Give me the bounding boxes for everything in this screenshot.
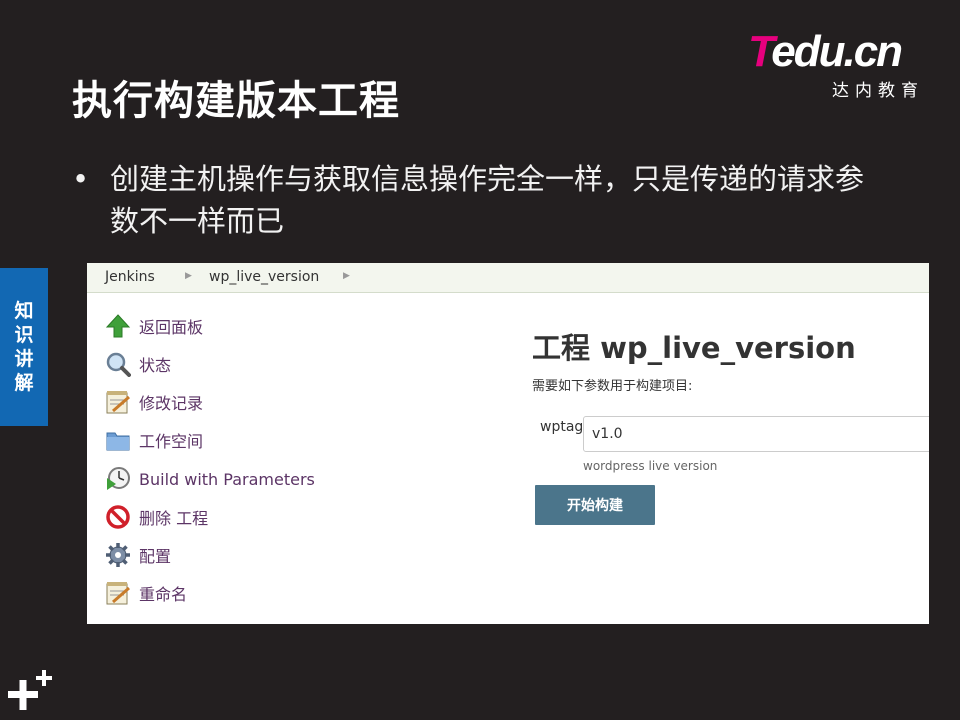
parameter-description: wordpress live version [583,459,718,473]
slide-title: 执行构建版本工程 [72,78,400,124]
side-tab-char: 解 [14,372,34,394]
parameters-intro: 需要如下参数用于构建项目: [532,379,693,394]
side-tab-char: 知 [14,300,34,322]
task-build-with-parameters[interactable]: Build with Parameters [105,465,315,493]
jenkins-screenshot: Jenkins ▶ wp_live_version ▶ 返回面板 状态 修改记录 [87,263,929,624]
clock-play-icon [107,467,130,490]
magnifier-icon [106,352,131,377]
task-delete-project[interactable]: 删除 工程 [105,503,208,531]
task-configure[interactable]: 配置 [105,541,171,569]
task-label: Build with Parameters [139,469,315,489]
wptag-input[interactable] [583,416,929,452]
task-label: 工作空间 [139,432,204,451]
logo-subtitle: 达内教育 [832,81,924,101]
breadcrumb-project[interactable]: wp_live_version [209,269,319,285]
up-arrow-icon [105,314,131,338]
page-title: 工程 wp_live_version [532,331,856,365]
gear-icon [106,543,130,567]
breadcrumb: Jenkins ▶ wp_live_version ▶ [87,263,929,293]
chevron-right-icon: ▶ [343,271,350,281]
no-entry-icon [106,505,130,529]
side-tab-char: 识 [14,324,34,346]
task-label: 返回面板 [139,318,204,337]
task-changes[interactable]: 修改记录 [105,388,203,416]
chevron-right-icon: ▶ [185,271,192,281]
bullet-text: 创建主机操作与获取信息操作完全一样，只是传递的请求参数不一样而已 [110,162,865,238]
task-label: 状态 [139,356,172,375]
tedu-logo: Tedu.cn 达内教育 [748,27,928,102]
folder-icon [106,432,130,451]
task-label: 配置 [139,547,172,566]
task-label: 重命名 [139,585,188,604]
plus-logo-icon [8,670,52,710]
breadcrumb-jenkins[interactable]: Jenkins [105,269,155,285]
notepad-icon [106,582,130,605]
task-rename[interactable]: 重命名 [105,579,187,607]
task-label: 修改记录 [139,394,204,413]
task-back-to-dashboard[interactable]: 返回面板 [105,312,203,340]
task-workspace[interactable]: 工作空间 [105,426,203,454]
side-tab-char: 讲 [14,348,34,370]
side-tab-knowledge: 知 识 讲 解 [0,268,48,426]
bullet-marker: • [72,162,90,196]
logo-wordmark: Tedu.cn [748,27,903,76]
parameter-name: wptag [540,419,584,435]
notepad-icon [106,391,130,414]
task-status[interactable]: 状态 [105,350,171,378]
task-label: 删除 工程 [139,509,209,528]
build-button[interactable]: 开始构建 [535,485,655,525]
